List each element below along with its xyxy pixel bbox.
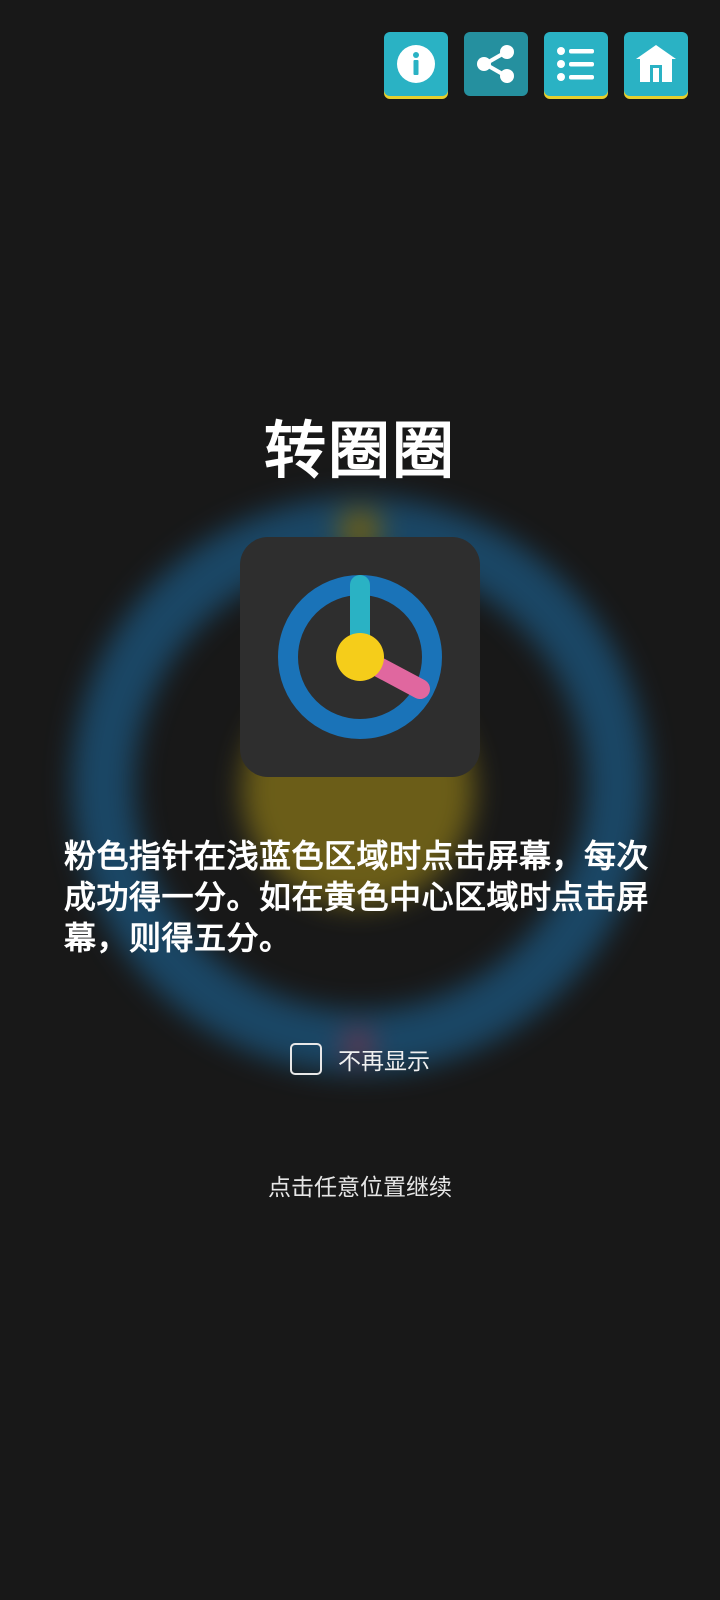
info-button[interactable] <box>384 32 448 96</box>
tutorial-overlay[interactable]: 转圈圈 粉色指针在浅蓝色区域时点击屏幕，每次成功得一分。如在黄色中心区域时点击屏… <box>0 0 720 1600</box>
instructions-text: 粉色指针在浅蓝色区域时点击屏幕，每次成功得一分。如在黄色中心区域时点击屏幕，则得… <box>64 837 650 957</box>
dont-show-again-checkbox[interactable] <box>290 1043 322 1075</box>
dont-show-again-label: 不再显示 <box>338 1049 430 1075</box>
tap-to-continue-hint: 点击任意位置继续 <box>268 1175 452 1201</box>
clock-dial-icon <box>278 575 442 739</box>
share-button[interactable] <box>464 32 528 96</box>
list-button[interactable] <box>544 32 608 96</box>
info-icon <box>397 45 435 83</box>
home-button[interactable] <box>624 32 688 96</box>
home-icon <box>636 45 676 82</box>
share-icon <box>477 45 514 83</box>
background-game-board <box>72 497 648 1073</box>
top-toolbar <box>384 32 688 96</box>
game-title: 转圈圈 <box>263 414 456 487</box>
list-icon <box>557 47 594 81</box>
dont-show-again-row[interactable]: 不再显示 <box>290 1042 430 1076</box>
app-icon-tile <box>240 537 480 777</box>
